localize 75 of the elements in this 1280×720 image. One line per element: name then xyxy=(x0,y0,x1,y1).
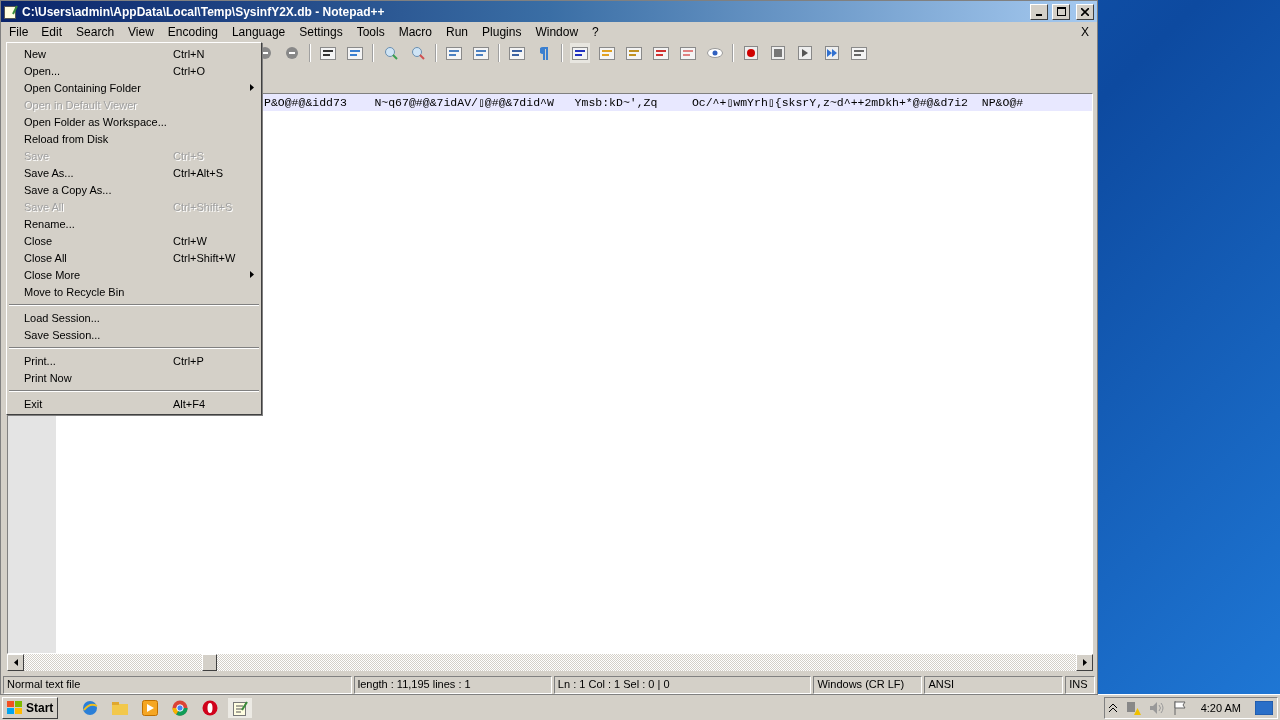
menu-entry[interactable]: Save a Copy As... xyxy=(7,181,261,198)
submenu-arrow-icon xyxy=(250,84,254,91)
menu-entry[interactable]: Close More xyxy=(7,266,261,283)
menu-item[interactable]: Encoding xyxy=(160,22,225,41)
menu-entry[interactable]: Load Session... xyxy=(7,309,261,326)
status-field: ANSI xyxy=(924,676,1064,694)
scroll-left-button[interactable] xyxy=(7,654,24,671)
menu-entry[interactable]: Save Session... xyxy=(7,326,261,343)
status-field: Windows (CR LF) xyxy=(813,676,923,694)
close-icon xyxy=(1081,7,1089,16)
notepad-icon xyxy=(232,699,249,716)
menu-item[interactable]: Search xyxy=(69,22,122,41)
menu-entry[interactable]: Exit Alt+F4 xyxy=(7,395,261,412)
right-arrow-icon xyxy=(1082,659,1087,666)
menu-entry[interactable]: Open Containing Folder xyxy=(7,79,261,96)
status-field: length : 11,195 lines : 1 xyxy=(353,676,552,694)
menu-item[interactable]: Macro xyxy=(391,22,439,41)
menu-entry[interactable]: Reload from Disk xyxy=(7,130,261,147)
close-document-button[interactable]: X xyxy=(1081,24,1095,39)
toolbar-button[interactable] xyxy=(795,43,815,63)
menu-item[interactable]: Edit xyxy=(34,22,70,41)
windows-logo-icon xyxy=(7,700,23,715)
close-button[interactable] xyxy=(1076,3,1094,20)
scroll-right-button[interactable] xyxy=(1076,654,1093,671)
clock[interactable]: 4:20 AM xyxy=(1194,701,1247,714)
menu-item[interactable]: File xyxy=(3,23,35,40)
menu-item[interactable]: Plugins xyxy=(475,22,529,41)
globe-icon xyxy=(82,699,99,716)
status-field: Normal text file xyxy=(3,676,352,694)
start-button[interactable]: Start xyxy=(2,696,59,719)
menu-entry[interactable]: Close Ctrl+W xyxy=(7,232,261,249)
menu-entry[interactable]: Print Now xyxy=(7,369,261,386)
toolbar-button[interactable] xyxy=(741,43,761,63)
menu-item[interactable]: ? xyxy=(585,22,606,41)
chevron-up-icon[interactable] xyxy=(1108,703,1117,712)
show-desktop-icon[interactable] xyxy=(1255,700,1273,715)
record-icon xyxy=(744,46,758,60)
menu-item[interactable]: Language xyxy=(224,22,293,41)
menu-entry[interactable]: Save As... Ctrl+Alt+S xyxy=(7,164,261,181)
window-title: C:\Users\admin\AppData\Local\Temp\SysinfY2X.db - Notepad++ xyxy=(22,4,386,19)
menu-entry[interactable]: New Ctrl+N xyxy=(7,45,261,62)
media-player-icon xyxy=(142,699,159,716)
minimize-button[interactable] xyxy=(1030,3,1048,20)
zoom-in-icon xyxy=(384,46,398,60)
opera-icon xyxy=(202,699,219,716)
status-field: Ln : 1 Col : 1 Sel : 0 | 0 xyxy=(553,676,812,694)
eye-icon xyxy=(707,48,723,58)
menu-entry[interactable]: Rename... xyxy=(7,215,261,232)
browser-icon xyxy=(172,699,189,716)
menu-item[interactable]: Settings xyxy=(292,22,350,41)
minimize-icon xyxy=(1036,13,1042,16)
submenu-arrow-icon xyxy=(250,271,254,278)
maximize-icon xyxy=(1056,7,1066,16)
flag-icon[interactable] xyxy=(1172,700,1187,715)
pilcrow-icon xyxy=(540,46,548,60)
maximize-button[interactable] xyxy=(1052,3,1070,20)
left-arrow-icon xyxy=(13,659,18,666)
status-field: INS xyxy=(1065,676,1095,694)
menu-item[interactable]: View xyxy=(121,22,161,41)
menu-item[interactable]: Tools xyxy=(349,22,392,41)
menu-entry[interactable]: Open Folder as Workspace... xyxy=(7,113,261,130)
menu-entry[interactable]: Close All Ctrl+Shift+W xyxy=(7,249,261,266)
zoom-out-icon xyxy=(411,46,425,60)
menu-entry[interactable]: Print... Ctrl+P xyxy=(7,352,261,369)
fast-forward-icon xyxy=(825,46,839,60)
menu-entry[interactable]: Move to Recycle Bin xyxy=(7,283,261,300)
menu-item[interactable]: Window xyxy=(528,22,586,41)
stop-icon xyxy=(771,46,785,60)
play-icon xyxy=(798,46,812,60)
notepad-icon xyxy=(4,4,18,19)
scroll-thumb[interactable] xyxy=(202,654,217,671)
network-warning-icon[interactable] xyxy=(1124,699,1141,716)
menu-entry[interactable]: Open... Ctrl+O xyxy=(7,62,261,79)
taskbar-app[interactable] xyxy=(228,697,253,718)
menu-item[interactable]: Run xyxy=(439,22,476,41)
